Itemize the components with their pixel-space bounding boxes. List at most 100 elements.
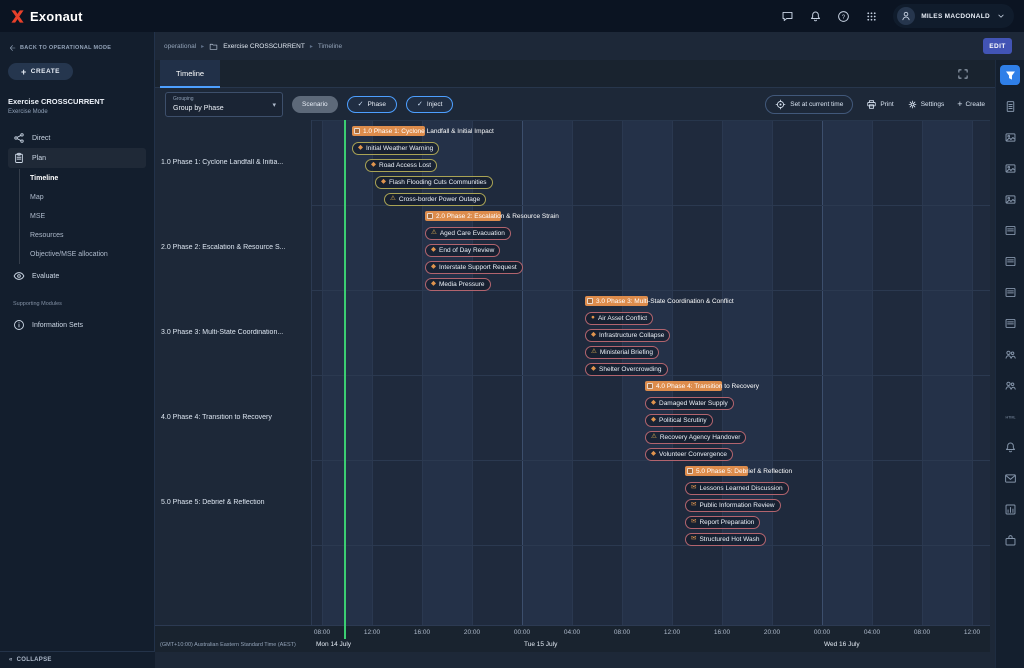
- back-to-operational-link[interactable]: BACK TO OPERATIONAL MODE: [8, 44, 146, 52]
- bell-icon[interactable]: [809, 10, 822, 23]
- inject-chip-aged-care-evacuation[interactable]: ⚠Aged Care Evacuation: [425, 227, 511, 240]
- rail-image-panel-1-button[interactable]: [1000, 127, 1020, 147]
- create-event-button[interactable]: + Create: [957, 99, 985, 109]
- breadcrumb-exercise[interactable]: Exercise CROSSCURRENT: [223, 43, 305, 50]
- breadcrumb-operational[interactable]: operational: [164, 43, 196, 50]
- phase-bar-label[interactable]: 3.0 Phase 3: Multi-State Coordination & …: [587, 295, 734, 307]
- inject-chip-shelter-overcrowding[interactable]: ◆Shelter Overcrowding: [585, 363, 668, 376]
- settings-button[interactable]: Settings: [907, 99, 945, 110]
- inject-chip-end-of-day-review[interactable]: ◆End of Day Review: [425, 244, 500, 257]
- inject-chip-cross-border-power-outage[interactable]: ⚠Cross-border Power Outage: [384, 193, 486, 206]
- date-label: Tue 15 July: [524, 641, 557, 648]
- collapse-button[interactable]: « COLLAPSE: [0, 651, 155, 668]
- rail-report-chart-button[interactable]: [1000, 499, 1020, 519]
- mail-icon: ✉: [691, 502, 696, 509]
- inject-chip-ministerial-briefing[interactable]: ⚠Ministerial Briefing: [585, 346, 659, 359]
- set-current-time-button[interactable]: Set at current time: [765, 95, 853, 114]
- inject-chip-infrastructure-collapse[interactable]: ◆Infrastructure Collapse: [585, 329, 670, 342]
- sidebar-item-information-sets[interactable]: Information Sets: [8, 315, 146, 335]
- edit-button[interactable]: EDIT: [983, 38, 1012, 54]
- grouping-select[interactable]: Grouping Group by Phase ▾: [165, 92, 283, 117]
- rail-card-list-3-button[interactable]: [1000, 282, 1020, 302]
- messages-icon: [1004, 472, 1017, 485]
- inject-chip-initial-weather-warning[interactable]: ◆Initial Weather Warning: [352, 142, 439, 155]
- inject-chip-recovery-agency-handover[interactable]: ⚠Recovery Agency Handover: [645, 431, 746, 444]
- sidebar-item-direct[interactable]: Direct: [8, 128, 146, 148]
- inject-chip-public-information-review[interactable]: ✉Public Information Review: [685, 499, 781, 512]
- sidebar-subitem-map[interactable]: Map: [30, 188, 146, 207]
- phase-bar-label[interactable]: 5.0 Phase 5: Debrief & Reflection: [687, 465, 792, 477]
- sidebar-item-evaluate[interactable]: Evaluate: [8, 266, 146, 286]
- phase-row-label: 1.0 Phase 1: Cyclone Landfall & Initia..…: [161, 159, 309, 166]
- user-name: MILES MACDONALD: [921, 13, 990, 20]
- card-list-2-icon: [1004, 255, 1017, 268]
- inject-chip-interstate-support-request[interactable]: ◆Interstate Support Request: [425, 261, 523, 274]
- resources-bag-icon: [1004, 534, 1017, 547]
- rail-html-button[interactable]: HTML: [1000, 406, 1020, 426]
- inject-filter-chip[interactable]: ✓ Inject: [406, 96, 453, 113]
- exercise-folder-icon: [209, 42, 218, 51]
- phase-filter-chip[interactable]: ✓ Phase: [347, 96, 397, 113]
- phase-bar-label[interactable]: 1.0 Phase 1: Cyclone Landfall & Initial …: [354, 125, 494, 137]
- create-event-label: Create: [965, 101, 985, 108]
- time-tick-label: 20:00: [457, 629, 487, 636]
- inject-chip-lessons-learned-discussion[interactable]: ✉Lessons Learned Discussion: [685, 482, 789, 495]
- inject-chip-damaged-water-supply[interactable]: ◆Damaged Water Supply: [645, 397, 734, 410]
- person-icon: [900, 10, 912, 22]
- rail-team-1-button[interactable]: [1000, 344, 1020, 364]
- exonaut-logo-icon: [10, 9, 25, 24]
- grouping-label: Grouping: [173, 96, 194, 102]
- inject-chip-volunteer-convergence[interactable]: ◆Volunteer Convergence: [645, 448, 733, 461]
- fullscreen-icon[interactable]: [957, 68, 969, 80]
- user-menu[interactable]: MILES MACDONALD: [893, 4, 1014, 28]
- warning-icon: ⚠: [390, 196, 396, 203]
- chat-icon[interactable]: [781, 10, 794, 23]
- sidebar-item-plan[interactable]: Plan: [8, 148, 146, 168]
- help-icon[interactable]: ?: [837, 10, 850, 23]
- sidebar-subitem-mse[interactable]: MSE: [30, 207, 146, 226]
- grid-line: [572, 121, 573, 625]
- phase-bar-label[interactable]: 4.0 Phase 4: Transition to Recovery: [647, 380, 759, 392]
- sidebar-subitem-resources[interactable]: Resources: [30, 226, 146, 245]
- rail-filter-button[interactable]: [1000, 65, 1020, 85]
- scenario-chip[interactable]: Scenario: [292, 96, 338, 113]
- phase-icon: [647, 383, 653, 389]
- rail-card-list-1-button[interactable]: [1000, 220, 1020, 240]
- circle-icon: ●: [591, 315, 595, 322]
- sidebar-subitem-objective-mse-allocation[interactable]: Objective/MSE allocation: [30, 245, 146, 264]
- inject-chip-report-preparation[interactable]: ✉Report Preparation: [685, 516, 760, 529]
- current-time-line[interactable]: [344, 120, 346, 639]
- time-tick-label: 04:00: [557, 629, 587, 636]
- inject-chip-flash-flooding-cuts-communities[interactable]: ◆Flash Flooding Cuts Communities: [375, 176, 493, 189]
- apps-grid-icon[interactable]: [865, 10, 878, 23]
- phase-bar-label[interactable]: 2.0 Phase 2: Escalation & Resource Strai…: [427, 210, 559, 222]
- rail-team-2-button[interactable]: [1000, 375, 1020, 395]
- tab-timeline[interactable]: Timeline: [160, 60, 220, 88]
- time-tick-label: 20:00: [757, 629, 787, 636]
- collapse-label: COLLAPSE: [17, 657, 52, 663]
- rail-card-list-4-button[interactable]: [1000, 313, 1020, 333]
- rail-notifications-button[interactable]: [1000, 437, 1020, 457]
- grid-line: [522, 121, 523, 625]
- rail-image-panel-3-button[interactable]: [1000, 189, 1020, 209]
- rail-card-list-2-button[interactable]: [1000, 251, 1020, 271]
- create-button[interactable]: + CREATE: [8, 63, 73, 80]
- team-1-icon: [1004, 348, 1017, 361]
- sidebar-subitem-timeline[interactable]: Timeline: [30, 169, 146, 188]
- print-button[interactable]: Print: [866, 99, 893, 110]
- timeline-toolbar: Grouping Group by Phase ▾ Scenario ✓ Pha…: [155, 88, 995, 120]
- inject-chip-structured-hot-wash[interactable]: ✉Structured Hot Wash: [685, 533, 766, 546]
- inject-chip-political-scrutiny[interactable]: ◆Political Scrutiny: [645, 414, 713, 427]
- sidebar-nav: DirectPlanTimelineMapMSEResourcesObjecti…: [8, 128, 146, 286]
- time-tick-label: 08:00: [607, 629, 637, 636]
- rail-messages-button[interactable]: [1000, 468, 1020, 488]
- inject-chip-road-access-lost[interactable]: ◆Road Access Lost: [365, 159, 437, 172]
- rail-document-button[interactable]: [1000, 96, 1020, 116]
- inject-chip-media-pressure[interactable]: ◆Media Pressure: [425, 278, 491, 291]
- rail-resources-bag-button[interactable]: [1000, 530, 1020, 550]
- phase-row-label: 3.0 Phase 3: Multi-State Coordination...: [161, 329, 309, 336]
- rail-image-panel-2-button[interactable]: [1000, 158, 1020, 178]
- brand[interactable]: Exonaut: [10, 9, 83, 24]
- inject-chip-air-asset-conflict[interactable]: ●Air Asset Conflict: [585, 312, 653, 325]
- diamond-icon: ◆: [371, 162, 376, 169]
